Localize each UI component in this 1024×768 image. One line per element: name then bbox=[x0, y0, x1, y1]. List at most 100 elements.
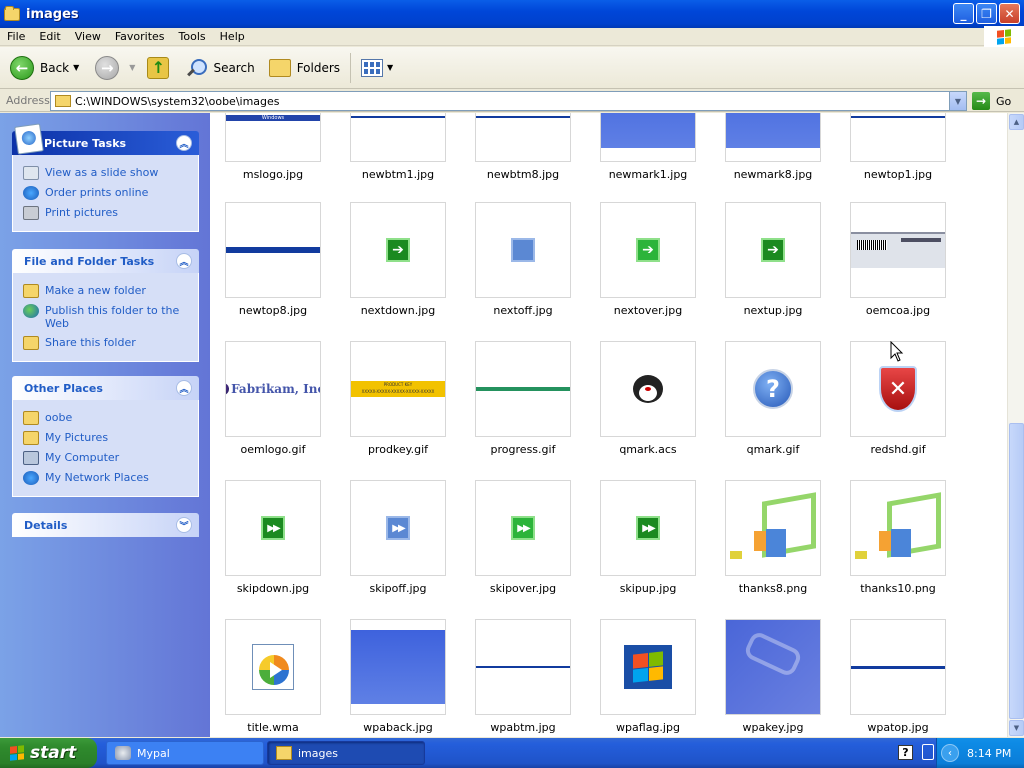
file-item[interactable]: wpaflag.jpg bbox=[583, 619, 713, 734]
task-slide-show[interactable]: View as a slide show bbox=[23, 163, 198, 183]
task-order-prints[interactable]: Order prints online bbox=[23, 183, 198, 203]
minimize-button[interactable]: _ bbox=[953, 3, 974, 24]
menu-help[interactable]: Help bbox=[213, 30, 252, 43]
file-name: wpakey.jpg bbox=[742, 721, 804, 734]
file-item[interactable]: newbtm8.jpg bbox=[458, 113, 588, 181]
maximize-button[interactable]: ❐ bbox=[976, 3, 997, 24]
title-bar[interactable]: images _ ❐ ✕ bbox=[0, 0, 1024, 28]
file-item[interactable]: thanks10.png bbox=[833, 480, 963, 595]
file-item[interactable]: newtop8.jpg bbox=[210, 202, 338, 317]
place-my-computer[interactable]: My Computer bbox=[23, 448, 198, 468]
views-dropdown-icon[interactable]: ▼ bbox=[387, 63, 393, 72]
menu-view[interactable]: View bbox=[68, 30, 108, 43]
go-button[interactable]: → Go bbox=[972, 92, 1011, 110]
menu-file[interactable]: File bbox=[0, 30, 32, 43]
collapse-chevron-icon[interactable]: ︽ bbox=[176, 253, 192, 269]
menu-favorites[interactable]: Favorites bbox=[108, 30, 172, 43]
file-item[interactable]: nextoff.jpg bbox=[458, 202, 588, 317]
file-item[interactable]: progress.gif bbox=[458, 341, 588, 456]
taskbar-item-images[interactable]: images bbox=[267, 741, 425, 765]
forward-dropdown-icon[interactable]: ▼ bbox=[129, 63, 135, 72]
file-item[interactable]: ▶▶ skipdown.jpg bbox=[210, 480, 338, 595]
close-button[interactable]: ✕ bbox=[999, 3, 1020, 24]
file-item[interactable]: ➔ nextup.jpg bbox=[708, 202, 838, 317]
file-name: skipoff.jpg bbox=[369, 582, 427, 595]
file-item[interactable]: ▶▶ skipoff.jpg bbox=[333, 480, 463, 595]
scroll-down-icon[interactable]: ▼ bbox=[1009, 720, 1024, 736]
task-label: Publish this folder to the Web bbox=[45, 304, 180, 330]
show-hidden-icons-icon[interactable]: ‹ bbox=[941, 744, 959, 762]
views-icon bbox=[361, 58, 384, 77]
file-name: skipover.jpg bbox=[489, 582, 557, 595]
task-print-pictures[interactable]: Print pictures bbox=[23, 203, 198, 223]
task-new-folder[interactable]: Make a new folder bbox=[23, 281, 198, 301]
back-button[interactable]: ← Back ▼ bbox=[6, 51, 83, 85]
search-button[interactable]: Search bbox=[181, 51, 258, 85]
file-item[interactable]: ▶▶ skipup.jpg bbox=[583, 480, 713, 595]
thumbnail: ▶▶ bbox=[475, 480, 571, 576]
file-item[interactable]: newtop1.jpg bbox=[833, 113, 963, 181]
details-header[interactable]: Details ︾ bbox=[12, 513, 199, 537]
address-input[interactable]: C:\WINDOWS\system32\oobe\images ▼ bbox=[50, 91, 967, 111]
file-item[interactable]: wpakey.jpg bbox=[708, 619, 838, 734]
file-item[interactable]: qmark.acs bbox=[583, 341, 713, 456]
windows-logo bbox=[984, 26, 1024, 48]
menu-tools[interactable]: Tools bbox=[172, 30, 213, 43]
start-button[interactable]: start bbox=[0, 738, 97, 768]
file-item[interactable]: ▶▶ skipover.jpg bbox=[458, 480, 588, 595]
task-publish-web[interactable]: Publish this folder to the Web bbox=[23, 301, 198, 333]
thin-blue-bar bbox=[851, 116, 945, 118]
file-item[interactable]: PRODUCT KEY XXXXX-XXXXX-XXXXX-XXXXX-XXXXX… bbox=[333, 341, 463, 456]
vertical-scrollbar[interactable]: ▲ ▼ bbox=[1007, 113, 1024, 737]
collapse-chevron-icon[interactable]: ︽ bbox=[176, 380, 192, 396]
place-network[interactable]: My Network Places bbox=[23, 468, 198, 488]
expand-chevron-icon[interactable]: ︾ bbox=[176, 517, 192, 533]
file-item[interactable]: title.wma bbox=[210, 619, 338, 734]
file-item[interactable]: wpaback.jpg bbox=[333, 619, 463, 734]
back-dropdown-icon[interactable]: ▼ bbox=[73, 63, 79, 72]
publish-globe-icon bbox=[23, 304, 39, 318]
place-label: My Network Places bbox=[45, 471, 149, 484]
scroll-up-icon[interactable]: ▲ bbox=[1009, 114, 1024, 130]
file-tasks-header[interactable]: File and Folder Tasks ︽ bbox=[12, 249, 199, 273]
place-my-pictures[interactable]: My Pictures bbox=[23, 428, 198, 448]
picture-tasks-header[interactable]: Picture Tasks ︽ bbox=[12, 123, 199, 155]
file-item[interactable]: Fabrikam, Inc. oemlogo.gif bbox=[210, 341, 338, 456]
file-item[interactable]: newmark1.jpg bbox=[583, 113, 713, 181]
file-item[interactable]: wpabtm.jpg bbox=[458, 619, 588, 734]
picture-tasks-panel: Picture Tasks ︽ View as a slide show Ord… bbox=[12, 123, 199, 232]
file-item[interactable]: newbtm1.jpg bbox=[333, 113, 463, 181]
thumbnail: PRODUCT KEY XXXXX-XXXXX-XXXXX-XXXXX-XXXXX bbox=[350, 341, 446, 437]
collapse-chevron-icon[interactable]: ︽ bbox=[176, 135, 192, 151]
help-tray-icon[interactable]: ? bbox=[898, 745, 913, 760]
task-share-folder[interactable]: Share this folder bbox=[23, 333, 198, 353]
file-tasks-panel: File and Folder Tasks ︽ Make a new folde… bbox=[12, 249, 199, 362]
file-item[interactable]: thanks8.png bbox=[708, 480, 838, 595]
file-item[interactable]: ? qmark.gif bbox=[708, 341, 838, 456]
forward-button[interactable]: → ▼ bbox=[91, 51, 139, 85]
thumbnail bbox=[475, 202, 571, 298]
network-tray-icon[interactable] bbox=[922, 744, 934, 760]
file-item[interactable]: ➔ nextdown.jpg bbox=[333, 202, 463, 317]
clock[interactable]: 8:14 PM bbox=[967, 747, 1011, 760]
file-item[interactable]: oemcoa.jpg bbox=[833, 202, 963, 317]
up-folder-button[interactable]: ↑ bbox=[143, 51, 181, 85]
folders-button[interactable]: Folders bbox=[265, 51, 344, 85]
views-button[interactable]: ▼ bbox=[357, 51, 397, 85]
file-item[interactable]: Windows mslogo.jpg bbox=[210, 113, 338, 181]
file-name: skipup.jpg bbox=[619, 582, 677, 595]
other-places-header[interactable]: Other Places ︽ bbox=[12, 376, 199, 400]
file-tasks-title: File and Folder Tasks bbox=[24, 254, 155, 268]
scroll-thumb[interactable] bbox=[1009, 423, 1024, 719]
address-dropdown-icon[interactable]: ▼ bbox=[949, 92, 966, 110]
skip-arrows-icon: ▶▶ bbox=[511, 516, 535, 540]
file-item[interactable]: wpatop.jpg bbox=[833, 619, 963, 734]
menu-edit[interactable]: Edit bbox=[32, 30, 67, 43]
place-oobe[interactable]: oobe bbox=[23, 408, 198, 428]
other-places-panel: Other Places ︽ oobe My Pictures My Compu… bbox=[12, 376, 199, 497]
file-item[interactable]: newmark8.jpg bbox=[708, 113, 838, 181]
file-item[interactable]: ➔ nextover.jpg bbox=[583, 202, 713, 317]
details-title: Details bbox=[24, 518, 68, 532]
system-tray: ‹ 8:14 PM bbox=[936, 738, 1024, 768]
taskbar-item-mypal[interactable]: Mypal bbox=[106, 741, 264, 765]
